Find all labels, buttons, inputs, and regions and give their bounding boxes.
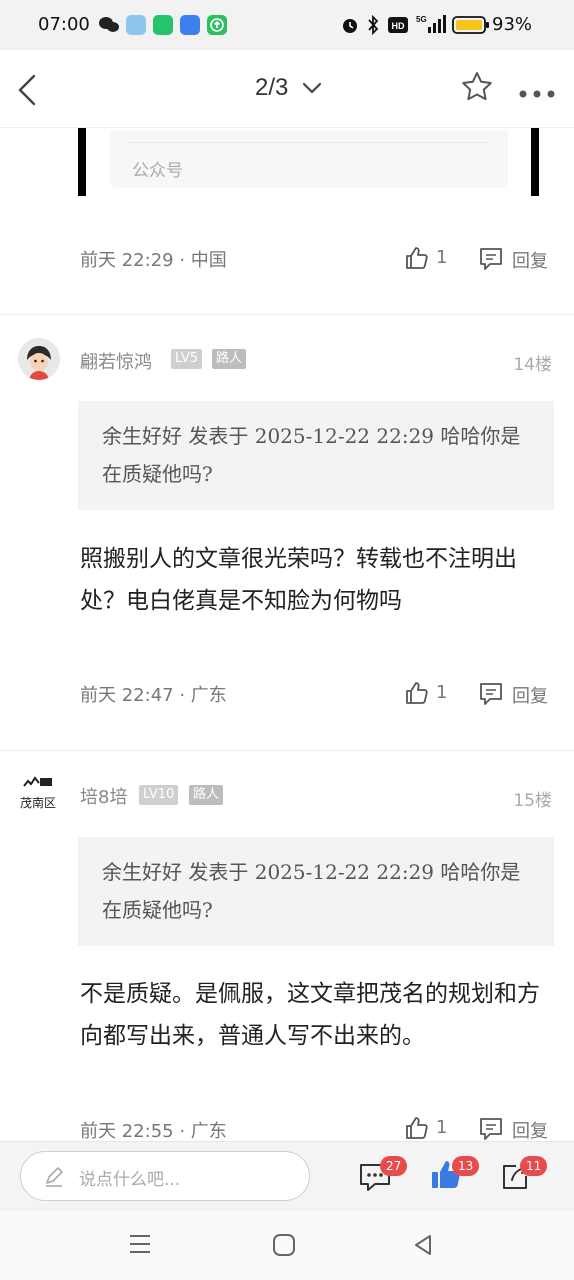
username[interactable]: 培8培: [80, 783, 127, 809]
avatar-text: 茂南区: [20, 796, 57, 810]
comment-input[interactable]: 说点什么吧...: [20, 1151, 310, 1201]
thumbs-up-icon[interactable]: [404, 245, 430, 275]
post-meta: 前天 22:29 · 中国: [80, 250, 227, 271]
top-nav-bar: 2/3: [0, 50, 574, 128]
svg-text:HD: HD: [392, 21, 405, 31]
system-navigation-bar: [0, 1211, 574, 1280]
alarm-icon: [340, 15, 360, 39]
status-time: 07:00: [38, 14, 90, 35]
hd-icon: HD: [388, 16, 408, 38]
chevron-down-icon[interactable]: [302, 80, 322, 99]
post-content: 不是质疑。是佩服，这文章把茂名的规划和方向都写出来，普通人写不出来的。: [80, 981, 540, 1049]
like-count: 1: [436, 247, 448, 268]
official-account-card[interactable]: 公众号: [110, 130, 508, 188]
reply-button[interactable]: 回复: [512, 1117, 548, 1143]
page-indicator[interactable]: 2/3: [255, 74, 288, 102]
iqiyi-app-icon: [153, 15, 173, 35]
reply-button[interactable]: 回复: [512, 247, 548, 273]
post-content: 照搬别人的文章很光荣吗？转载也不注明出处？电白佬真是不知脸为何物吗: [80, 546, 517, 614]
status-bar: 07:00 HD 5G 93%: [0, 0, 574, 50]
reply-bubble-icon[interactable]: [478, 245, 504, 277]
embedded-frame-right-edge: [531, 128, 539, 196]
signal-5g-icon: 5G: [416, 13, 446, 39]
like-count: 1: [436, 682, 448, 703]
back-arrow-icon[interactable]: [14, 72, 42, 112]
bluetooth-icon: [366, 14, 380, 39]
quoted-reply[interactable]: 余生好好 发表于 2025-12-22 22:29 哈哈你是在质疑他吗?: [78, 837, 554, 946]
bottom-action-bar: 说点什么吧... 27 13 11: [0, 1141, 574, 1211]
role-badge: 路人: [189, 785, 224, 805]
star-favorite-icon[interactable]: [460, 70, 494, 108]
post-meta: 前天 22:55 · 广东: [80, 1121, 227, 1142]
like-count: 1: [436, 1117, 448, 1138]
role-badge: 路人: [212, 349, 247, 369]
avatar[interactable]: 茂南区: [18, 772, 60, 814]
comment-placeholder: 说点什么吧...: [79, 1170, 181, 1190]
pencil-icon: [43, 1166, 65, 1192]
embedded-frame-left-edge: [78, 128, 86, 196]
floor-number: 15楼: [513, 791, 552, 811]
likes-count-badge: 13: [452, 1156, 480, 1176]
upload-app-icon: [207, 15, 227, 35]
battery-icon: [452, 15, 490, 39]
card-label: 公众号: [132, 161, 183, 181]
home-icon[interactable]: [272, 1233, 296, 1261]
card-divider: [128, 142, 488, 143]
wechat-icon: [98, 15, 119, 35]
reply-bubble-icon[interactable]: [478, 680, 504, 712]
battery-percent: 93%: [492, 14, 533, 35]
shares-count-badge: 11: [520, 1156, 548, 1176]
post-divider: [0, 750, 574, 751]
svg-text:5G: 5G: [416, 15, 427, 24]
menu-recents-icon[interactable]: [128, 1233, 152, 1259]
back-triangle-icon[interactable]: [412, 1233, 434, 1261]
post-meta: 前天 22:47 · 广东: [80, 685, 227, 706]
reply-button[interactable]: 回复: [512, 682, 548, 708]
level-badge: LV10: [139, 785, 179, 805]
post-divider: [0, 314, 574, 315]
baidu-app-icon: [180, 15, 200, 35]
level-badge: LV5: [171, 349, 202, 369]
username[interactable]: 翩若惊鸿: [80, 348, 152, 374]
floor-number: 14楼: [513, 355, 552, 375]
comments-count-badge: 27: [380, 1156, 408, 1176]
avatar[interactable]: [18, 338, 60, 380]
quoted-reply[interactable]: 余生好好 发表于 2025-12-22 22:29 哈哈你是在质疑他吗?: [78, 401, 554, 510]
weather-app-icon: [126, 15, 146, 35]
thumbs-up-icon[interactable]: [404, 680, 430, 710]
more-options-icon[interactable]: [518, 84, 558, 103]
